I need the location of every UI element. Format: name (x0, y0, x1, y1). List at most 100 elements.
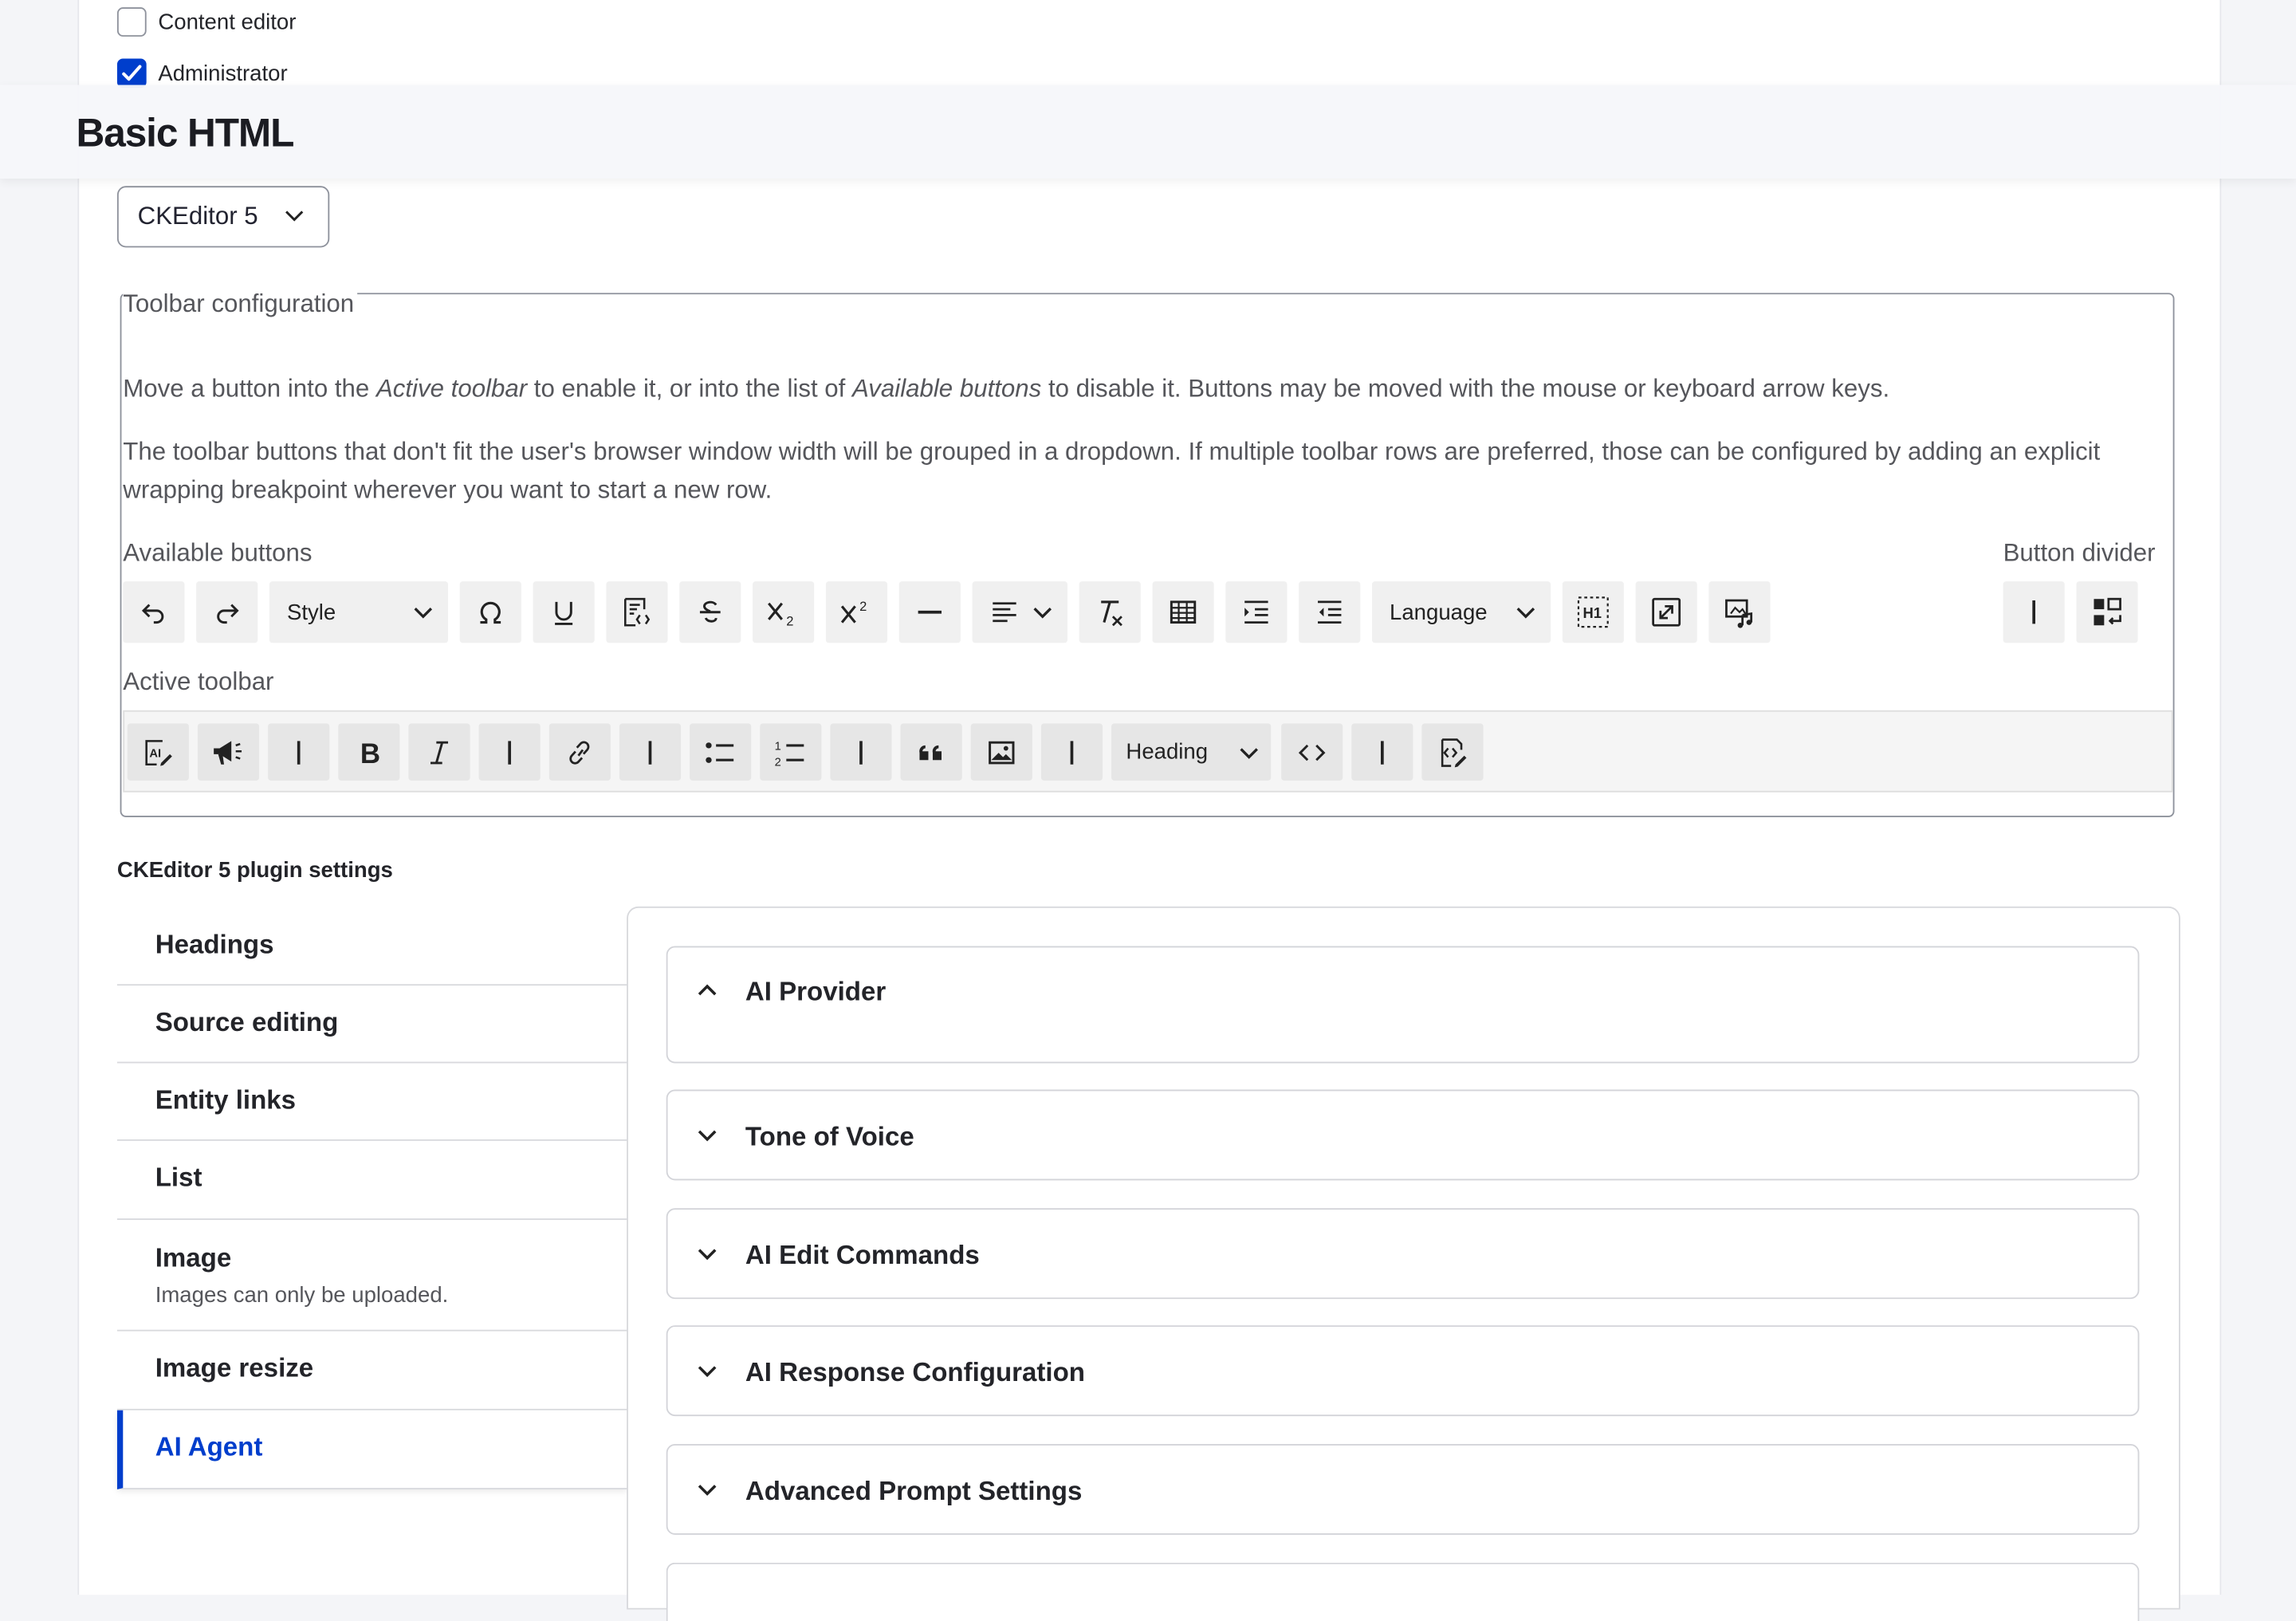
fullscreen-button[interactable] (1635, 581, 1697, 643)
source-editing-button[interactable] (1421, 723, 1484, 781)
svg-text:1: 1 (775, 739, 781, 752)
ai-edit-icon: AI (145, 739, 172, 765)
accordion-ai-response-configuration[interactable]: AI Response Configuration (666, 1325, 2140, 1417)
divider-icon (508, 740, 512, 764)
redo-icon (217, 604, 239, 624)
checkbox-administrator[interactable] (116, 58, 147, 89)
undo-button[interactable] (123, 581, 185, 643)
superscript-icon: 2 (840, 599, 867, 624)
underline-button[interactable] (533, 581, 595, 643)
tab-list[interactable]: List (116, 1141, 628, 1220)
svg-text:H1: H1 (1582, 604, 1601, 621)
accordion-next-partial[interactable] (666, 1562, 2140, 1621)
tab-image-resize[interactable]: Image resize (116, 1332, 628, 1411)
italic-button[interactable] (408, 723, 470, 781)
code-button[interactable] (1281, 723, 1343, 781)
chevron-up-icon (698, 984, 717, 996)
omega-icon (480, 601, 501, 624)
code-block-button[interactable] (606, 581, 668, 643)
chevron-down-icon (698, 1366, 717, 1378)
link-button[interactable] (548, 723, 611, 781)
heading-dropdown-button[interactable]: Heading (1111, 723, 1272, 781)
page: Content editor Administrator CKEditor 5 … (0, 0, 2296, 1621)
style-label: Style (286, 600, 336, 625)
image-button[interactable] (970, 723, 1032, 781)
tab-image[interactable]: Image Images can only be uploaded. (116, 1220, 628, 1332)
accordion-tone-of-voice[interactable]: Tone of Voice (666, 1089, 2140, 1181)
indent-icon (1244, 600, 1268, 624)
divider-2[interactable] (478, 723, 541, 781)
tab-label: Source editing (155, 1007, 339, 1037)
underline-icon (555, 601, 573, 625)
source-edit-icon (1441, 738, 1467, 767)
divider-icon (648, 740, 652, 764)
superscript-button[interactable]: 2 (825, 581, 888, 643)
bulleted-list-button[interactable] (690, 723, 752, 781)
megaphone-icon (214, 740, 242, 764)
svg-text:B: B (360, 738, 380, 767)
code-block-icon (623, 597, 651, 627)
divider-icon (297, 740, 301, 764)
role-content-editor[interactable]: Content editor (116, 7, 296, 37)
undo-icon (141, 604, 164, 624)
tab-source-editing[interactable]: Source editing (116, 986, 628, 1064)
media-embed-button[interactable] (1708, 581, 1771, 643)
horizontal-line-button[interactable] (898, 581, 961, 643)
tone-of-voice-button[interactable] (197, 723, 260, 781)
outdent-button[interactable] (1299, 581, 1361, 643)
divider-3[interactable] (619, 723, 682, 781)
divider-6[interactable] (1351, 723, 1413, 781)
role-label: Administrator (158, 61, 288, 86)
wrapping-breakpoint-button[interactable] (2076, 581, 2138, 643)
chevron-down-icon (1033, 607, 1052, 619)
special-characters-button[interactable] (459, 581, 521, 643)
table-button[interactable] (1152, 581, 1214, 643)
subscript-button[interactable]: 2 (753, 581, 815, 643)
page-title: Basic HTML (76, 111, 295, 155)
text-editor-value: CKEditor 5 (137, 202, 258, 230)
remove-format-icon (1101, 600, 1122, 627)
outdent-icon (1318, 600, 1342, 624)
ai-agent-button[interactable]: AI (127, 723, 189, 781)
style-dropdown-button[interactable]: Style (269, 581, 449, 643)
tab-label: List (155, 1163, 202, 1193)
blockquote-button[interactable] (900, 723, 962, 781)
numbered-list-icon: 12 (775, 739, 804, 767)
alignment-dropdown-button[interactable] (972, 581, 1067, 643)
code-icon (1298, 743, 1326, 761)
button-divider[interactable] (2003, 581, 2065, 643)
svg-text:2: 2 (786, 613, 793, 627)
strikethrough-button[interactable] (679, 581, 741, 643)
bold-button[interactable]: B (338, 723, 400, 781)
text-editor-select[interactable]: CKEditor 5 (116, 186, 330, 248)
tab-label: Entity links (155, 1084, 297, 1115)
tab-entity-links[interactable]: Entity links (116, 1063, 628, 1141)
numbered-list-button[interactable]: 12 (760, 723, 822, 781)
maximize-icon (1652, 597, 1681, 627)
language-dropdown-button[interactable]: Language (1371, 581, 1551, 643)
tab-ai-agent[interactable]: AI Agent (116, 1410, 628, 1489)
accordion-label: AI Provider (745, 977, 887, 1006)
toolbar-description-1: Move a button into the Active toolbar to… (123, 375, 1890, 403)
accordion-ai-edit-commands[interactable]: AI Edit Commands (666, 1208, 2140, 1300)
role-administrator[interactable]: Administrator (116, 58, 288, 89)
checkbox-content-editor[interactable] (116, 7, 147, 37)
accordion-label: Tone of Voice (745, 1121, 914, 1151)
divider-1[interactable] (268, 723, 330, 781)
accordion-advanced-prompt-settings[interactable]: Advanced Prompt Settings (666, 1443, 2140, 1535)
show-blocks-button[interactable]: H1 (1562, 581, 1624, 643)
svg-text:2: 2 (775, 756, 781, 767)
tab-headings[interactable]: Headings (116, 908, 628, 986)
tab-summary: Images can only be uploaded. (155, 1282, 449, 1308)
divider-5[interactable] (1040, 723, 1103, 781)
indent-button[interactable] (1225, 581, 1288, 643)
accordion-ai-provider[interactable]: AI Provider (666, 946, 2140, 1064)
chevron-down-icon (698, 1130, 717, 1142)
svg-text:2: 2 (859, 599, 867, 614)
divider-4[interactable] (830, 723, 892, 781)
redo-button[interactable] (196, 581, 258, 643)
italic-icon (430, 740, 449, 764)
remove-format-button[interactable] (1079, 581, 1141, 643)
horizontal-line-icon (918, 610, 942, 614)
divider-icon (859, 740, 863, 764)
